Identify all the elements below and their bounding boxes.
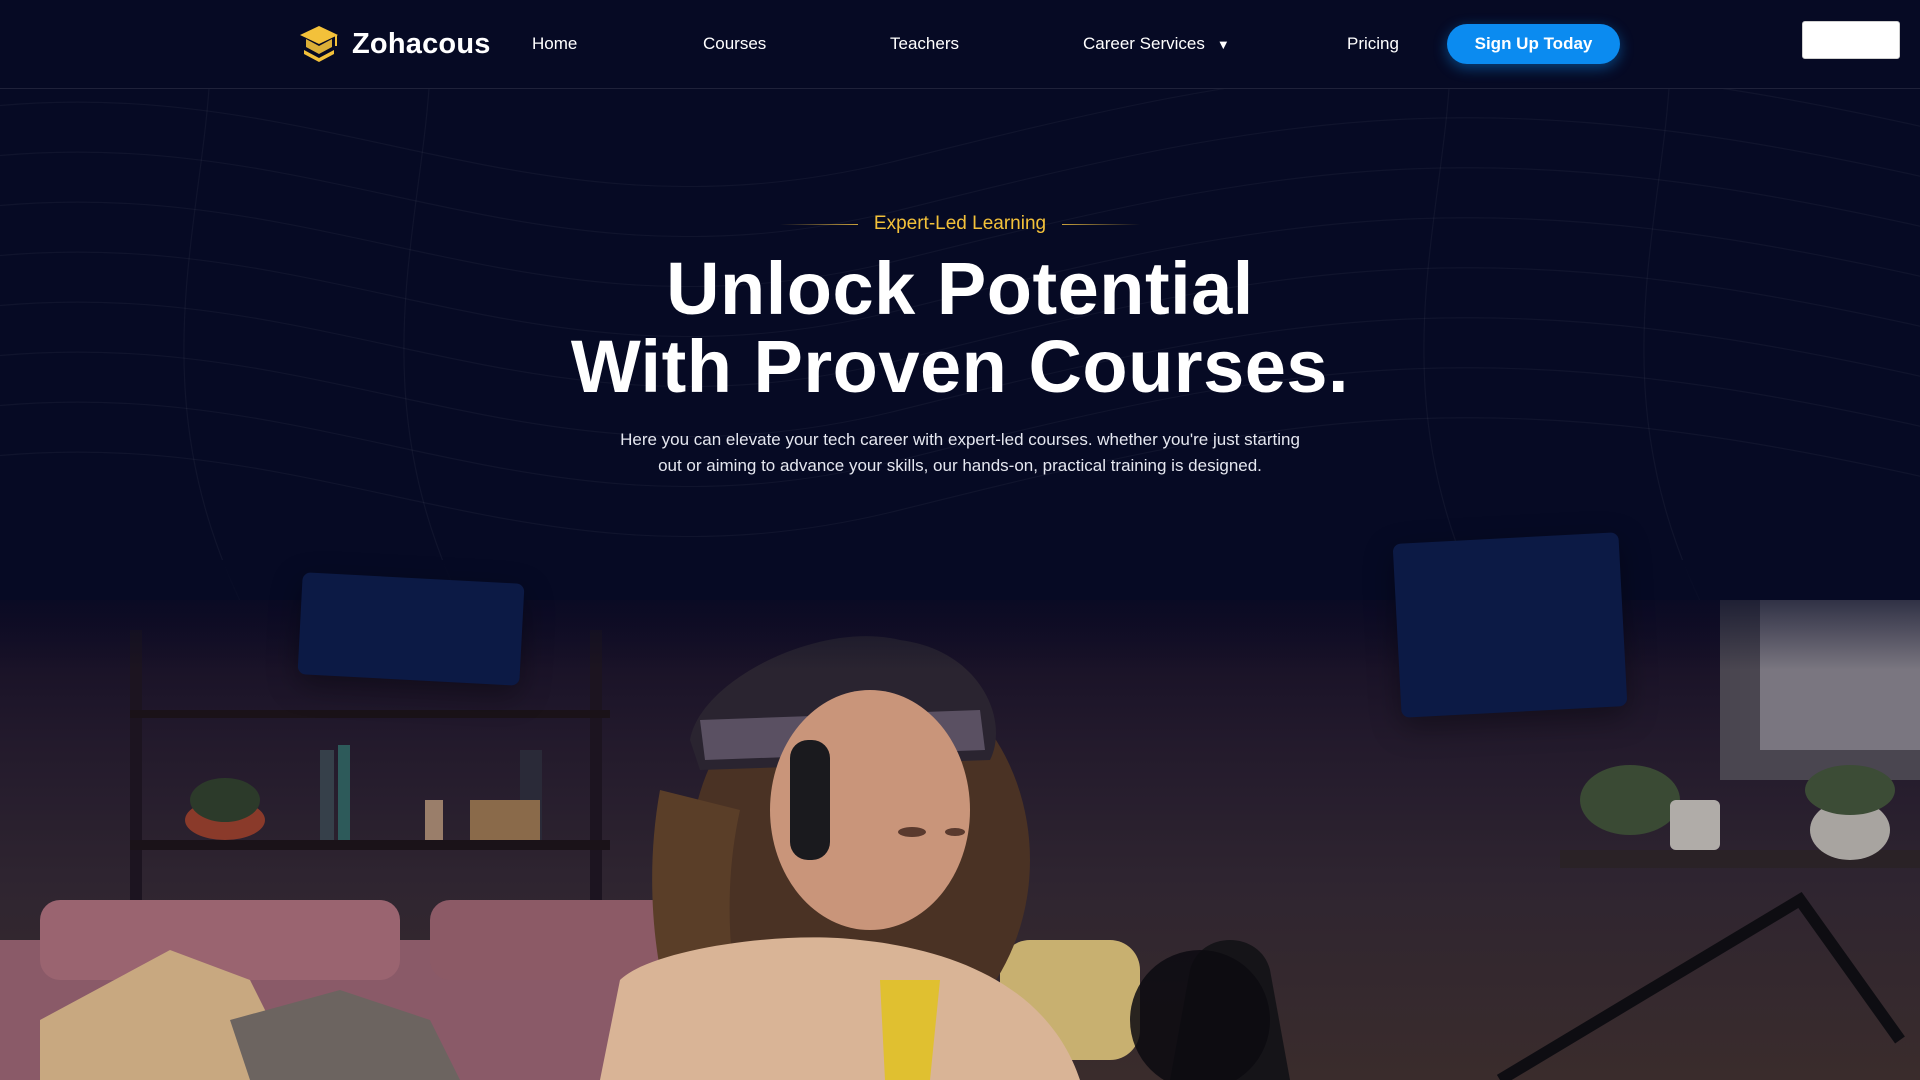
nav-courses[interactable]: Courses xyxy=(703,34,766,54)
nav-pricing[interactable]: Pricing xyxy=(1347,34,1399,54)
landing-page: Zohacous Home Courses Teachers Career Se… xyxy=(0,0,1920,1080)
nav-career-services-label: Career Services xyxy=(1083,34,1205,53)
hero-eyebrow: Expert-Led Learning xyxy=(0,213,1920,235)
subtext-line-2: out or aiming to advance your skills, ou… xyxy=(658,456,1262,475)
eyebrow-text: Expert-Led Learning xyxy=(873,213,1047,234)
photo-fade xyxy=(0,560,1920,670)
brand-name: Zohacous xyxy=(352,27,491,60)
eyebrow-line-right xyxy=(1062,223,1141,225)
nav-career-services[interactable]: Career Services ▼ xyxy=(1083,34,1230,54)
brand-logo[interactable]: Zohacous xyxy=(298,24,491,64)
floating-card-right xyxy=(1392,532,1628,718)
sign-up-button[interactable]: Sign Up Today xyxy=(1447,24,1620,64)
graduation-cap-icon xyxy=(300,26,338,62)
hero-photo-illustration xyxy=(0,600,1920,1080)
hero-photo xyxy=(0,600,1920,1080)
hero-headline: Unlock Potential With Proven Courses. xyxy=(0,250,1920,406)
nav-teachers[interactable]: Teachers xyxy=(890,34,959,54)
hero-subtext: Here you can elevate your tech career wi… xyxy=(610,427,1310,479)
blank-white-box[interactable] xyxy=(1802,21,1900,59)
nav-home[interactable]: Home xyxy=(532,34,577,54)
headline-line-1: Unlock Potential xyxy=(666,247,1254,330)
floating-card-left xyxy=(297,572,525,686)
eyebrow-line-left xyxy=(779,223,858,225)
chevron-down-icon: ▼ xyxy=(1216,36,1230,52)
subtext-line-1: Here you can elevate your tech career wi… xyxy=(620,430,1300,449)
top-navigation: Zohacous Home Courses Teachers Career Se… xyxy=(0,0,1920,89)
headline-line-2: With Proven Courses. xyxy=(570,325,1350,408)
